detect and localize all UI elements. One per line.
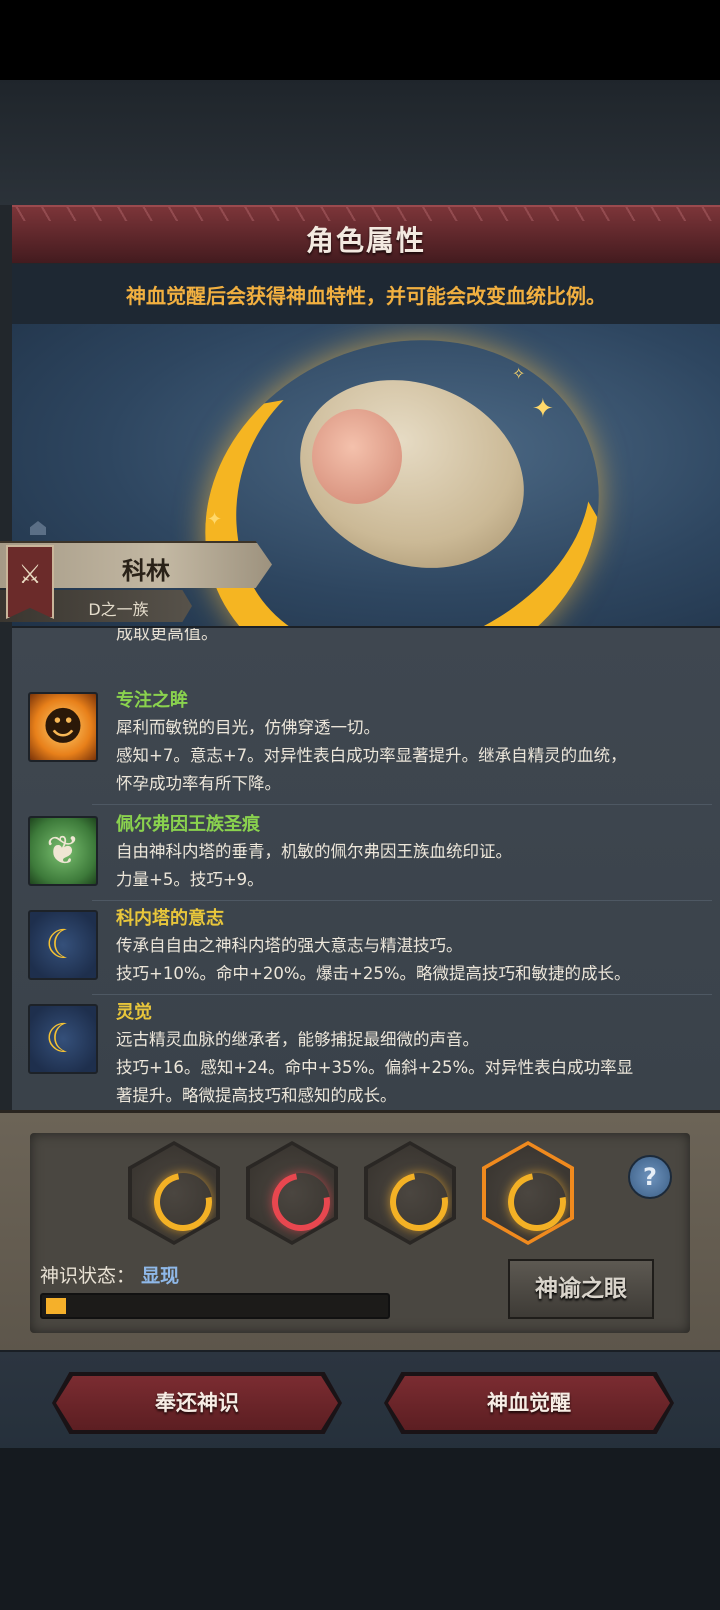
background-top [0, 80, 720, 205]
divine-socket-4-selected[interactable] [482, 1141, 574, 1245]
divine-progress-bar [40, 1293, 390, 1319]
divine-inner: ? 神识状态： 显现 神谕之眼 [30, 1133, 690, 1333]
trait-name: 佩尔弗因王族圣痕 [116, 814, 260, 835]
trait-desc: 技巧+10%。命中+20%。爆击+25%。略微提高技巧和敏捷的成长。 [116, 964, 631, 983]
divine-socket-3[interactable] [364, 1141, 456, 1245]
trait-desc-truncated: 成取更高值。 [116, 626, 218, 644]
divine-panel: ? 神识状态： 显现 神谕之眼 [0, 1110, 720, 1351]
help-icon[interactable]: ? [628, 1155, 672, 1199]
star-sparkle-icon: ✦ [207, 509, 223, 530]
trait-desc: 怀孕成功率有所下降。 [116, 774, 281, 793]
smiling-sun-icon: ☻ [28, 692, 98, 762]
divine-socket-1[interactable] [128, 1141, 220, 1245]
divider [92, 994, 712, 995]
trait-name: 灵觉 [116, 1002, 152, 1023]
character-name: 科林 [122, 557, 170, 585]
return-divinity-button[interactable]: 奉还神识 [56, 1376, 338, 1430]
divine-progress-fill [46, 1298, 66, 1314]
blood-awaken-button[interactable]: 神血觉醒 [388, 1376, 670, 1430]
trait-desc: 自由神科内塔的垂青，机敏的佩尔弗因王族血统印证。 [116, 842, 512, 861]
divine-status: 神识状态： 显现 [40, 1261, 179, 1288]
gold-ring-icon [496, 1161, 570, 1241]
crescent-moon-icon: ☾ [28, 1004, 98, 1074]
character-clan: D之一族 [88, 600, 149, 619]
trait-name: 科内塔的意志 [116, 908, 224, 929]
action-bar: 奉还神识 神血觉醒 [0, 1350, 720, 1450]
feather-icon: ❦ [28, 816, 98, 886]
trait-desc: 犀利而敏锐的目光，仿佛穿透一切。 [116, 718, 380, 737]
divine-socket-2[interactable] [246, 1141, 338, 1245]
divider [92, 804, 712, 805]
status-bar-area [0, 0, 720, 80]
trait-name: 专注之眸 [116, 690, 188, 711]
trait-desc: 著提升。略微提高技巧和感知的成长。 [116, 1086, 397, 1105]
trait-desc: 感知+7。意志+7。对异性表白成功率显著提升。继承自精灵的血统， [116, 746, 627, 765]
status-label: 神识状态： [40, 1265, 136, 1287]
page-title: 角色属性 [305, 224, 426, 257]
traits-list[interactable]: 成取更高值。 ☻ 专注之眸 犀利而敏锐的目光，仿佛穿透一切。 感知+7。意志+7… [12, 626, 720, 1113]
red-ring-icon [260, 1161, 334, 1241]
trait-desc: 远古精灵血脉的继承者，能够捕捉最细微的声音。 [116, 1030, 479, 1049]
gold-ring-icon [142, 1161, 216, 1241]
star-sparkle-icon: ✦ [532, 394, 554, 424]
trait-desc: 技巧+16。感知+24。命中+35%。偏斜+25%。对异性表白成功率显 [116, 1058, 634, 1077]
notice-text: 神血觉醒后会获得神血特性，并可能会改变血统比例。 [126, 284, 606, 308]
trait-desc: 传承自自由之神科内塔的强大意志与精湛技巧。 [116, 936, 463, 955]
notice-band: 神血觉醒后会获得神血特性，并可能会改变血统比例。 [12, 264, 720, 324]
baby-face-art [312, 409, 402, 504]
status-value: 显现 [141, 1265, 180, 1287]
star-sparkle-icon: ✧ [512, 364, 526, 383]
trait-desc: 力量+5。技巧+9。 [116, 870, 264, 889]
crescent-moon-icon: ☾ [28, 910, 98, 980]
title-bar: 角色属性 [12, 205, 720, 263]
gold-ring-icon [378, 1161, 452, 1241]
oracle-eye-button[interactable]: 神谕之眼 [508, 1259, 654, 1319]
divider [92, 900, 712, 901]
bottom-background [0, 1448, 720, 1610]
